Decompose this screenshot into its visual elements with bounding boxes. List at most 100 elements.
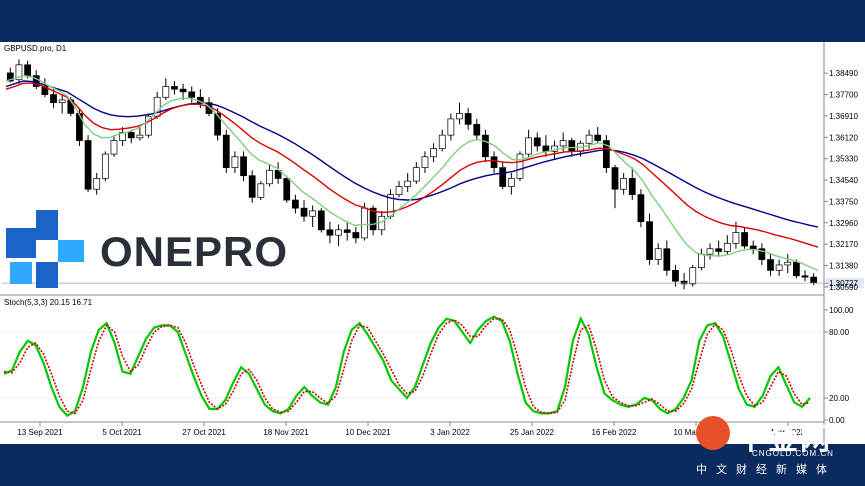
candle-body xyxy=(430,148,437,158)
top-banner xyxy=(0,0,865,42)
candle-body xyxy=(482,134,489,158)
onepro-logo: ONEPRO xyxy=(6,210,287,288)
candle-body xyxy=(698,253,705,269)
onepro-wordmark: ONEPRO xyxy=(100,228,289,275)
price-tick-label: 1.33750 xyxy=(829,197,858,206)
candle-body xyxy=(361,207,368,239)
stoch-title: Stoch(5,3,3) 20.15 16.71 xyxy=(4,298,93,307)
candle-body xyxy=(611,167,619,190)
price-tick-label: 1.37700 xyxy=(829,91,858,100)
candle-body xyxy=(447,118,455,136)
candle-body xyxy=(421,156,429,168)
candle-body xyxy=(188,91,196,98)
price-tick-label: 1.36120 xyxy=(829,133,858,142)
candle-body xyxy=(412,167,420,182)
candle-body xyxy=(456,113,463,120)
candle-body xyxy=(732,232,740,244)
price-tick-label: 1.32170 xyxy=(829,240,858,249)
candle-body xyxy=(438,134,446,150)
price-tick-label: 1.32960 xyxy=(829,219,858,228)
candle-body xyxy=(231,156,239,168)
stoch-tick-label: 80.00 xyxy=(829,328,850,337)
candle-body xyxy=(801,275,809,278)
time-tick-label: 18 Nov 2021 xyxy=(263,428,309,437)
candle-body xyxy=(741,232,748,247)
candle-body xyxy=(162,86,170,98)
candle-body xyxy=(637,194,645,223)
time-tick-label: 13 Sep 2021 xyxy=(17,428,63,437)
candle-body xyxy=(292,199,299,209)
candle-body xyxy=(775,264,783,271)
candle-body xyxy=(404,180,412,187)
candle-body xyxy=(516,153,524,179)
candle-body xyxy=(715,248,723,252)
candle-body xyxy=(767,259,774,271)
time-tick-label: 27 Oct 2021 xyxy=(182,428,226,437)
candle-body xyxy=(706,248,714,255)
cngold-mark-icon xyxy=(696,416,730,450)
candle-body xyxy=(93,178,101,190)
candle-body xyxy=(171,86,178,90)
candle-body xyxy=(136,134,144,139)
price-tick-label: 1.34540 xyxy=(829,176,858,185)
time-tick-label: 3 Jan 2022 xyxy=(430,428,470,437)
candle-body xyxy=(663,248,671,271)
price-tick-label: 1.36910 xyxy=(829,112,858,121)
candle-body xyxy=(58,99,66,104)
cngold-logo: 中金网 CNGOLD.COM.CN 中文财经新媒体 xyxy=(692,412,857,484)
candle-body xyxy=(533,137,541,147)
candle-body xyxy=(473,123,481,136)
candle-body xyxy=(672,270,679,282)
stoch-tick-label: 100.00 xyxy=(829,306,854,315)
candle-body xyxy=(352,232,360,239)
candle-body xyxy=(335,229,342,236)
cngold-tagline: 中文财经新媒体 xyxy=(696,463,836,476)
candle-body xyxy=(309,210,317,217)
candle-body xyxy=(24,64,31,76)
candle-body xyxy=(283,178,291,201)
time-tick-label: 25 Jan 2022 xyxy=(510,428,555,437)
time-tick-label: 10 Dec 2021 xyxy=(345,428,391,437)
candle-body xyxy=(257,183,265,198)
candle-body xyxy=(266,169,273,185)
candle-body xyxy=(248,175,256,198)
candle-body xyxy=(50,94,57,104)
candle-body xyxy=(749,245,757,250)
candle-body xyxy=(326,229,334,236)
candle-body xyxy=(490,156,498,168)
candle-body xyxy=(646,221,653,260)
cngold-domain: CNGOLD.COM.CN xyxy=(752,449,834,458)
price-tick-label: 1.35330 xyxy=(829,155,858,164)
candle-body xyxy=(214,113,222,136)
candle-body xyxy=(179,88,187,93)
candle-body xyxy=(464,113,472,125)
price-tick-label: 1.30590 xyxy=(829,283,858,292)
candle-body xyxy=(689,267,697,285)
candle-body xyxy=(84,140,92,190)
onepro-mark-icon xyxy=(6,210,84,288)
time-tick-label: 16 Feb 2022 xyxy=(592,428,637,437)
candle-body xyxy=(594,134,602,141)
candle-body xyxy=(110,140,118,155)
candle-body xyxy=(585,134,593,144)
candle-body xyxy=(559,140,567,147)
candle-body xyxy=(222,134,230,168)
price-tick-label: 1.31380 xyxy=(829,261,858,270)
candle-body xyxy=(810,276,818,284)
candle-body xyxy=(499,167,507,187)
candle-body xyxy=(240,156,247,177)
candle-body xyxy=(395,186,403,195)
price-tick-label: 1.38490 xyxy=(829,69,858,78)
candle-body xyxy=(784,261,792,266)
candle-body xyxy=(525,137,532,155)
candle-body xyxy=(568,140,576,152)
candle-body xyxy=(723,242,731,252)
candle-body xyxy=(317,210,325,231)
main-chart-title: GBPUSD.pro, D1 xyxy=(4,44,67,53)
candle-body xyxy=(628,178,636,195)
stoch-tick-label: 20.00 xyxy=(829,394,850,403)
candle-body xyxy=(300,207,308,217)
candle-body xyxy=(101,153,109,179)
candle-body xyxy=(793,261,800,277)
time-tick-label: 5 Oct 2021 xyxy=(102,428,142,437)
